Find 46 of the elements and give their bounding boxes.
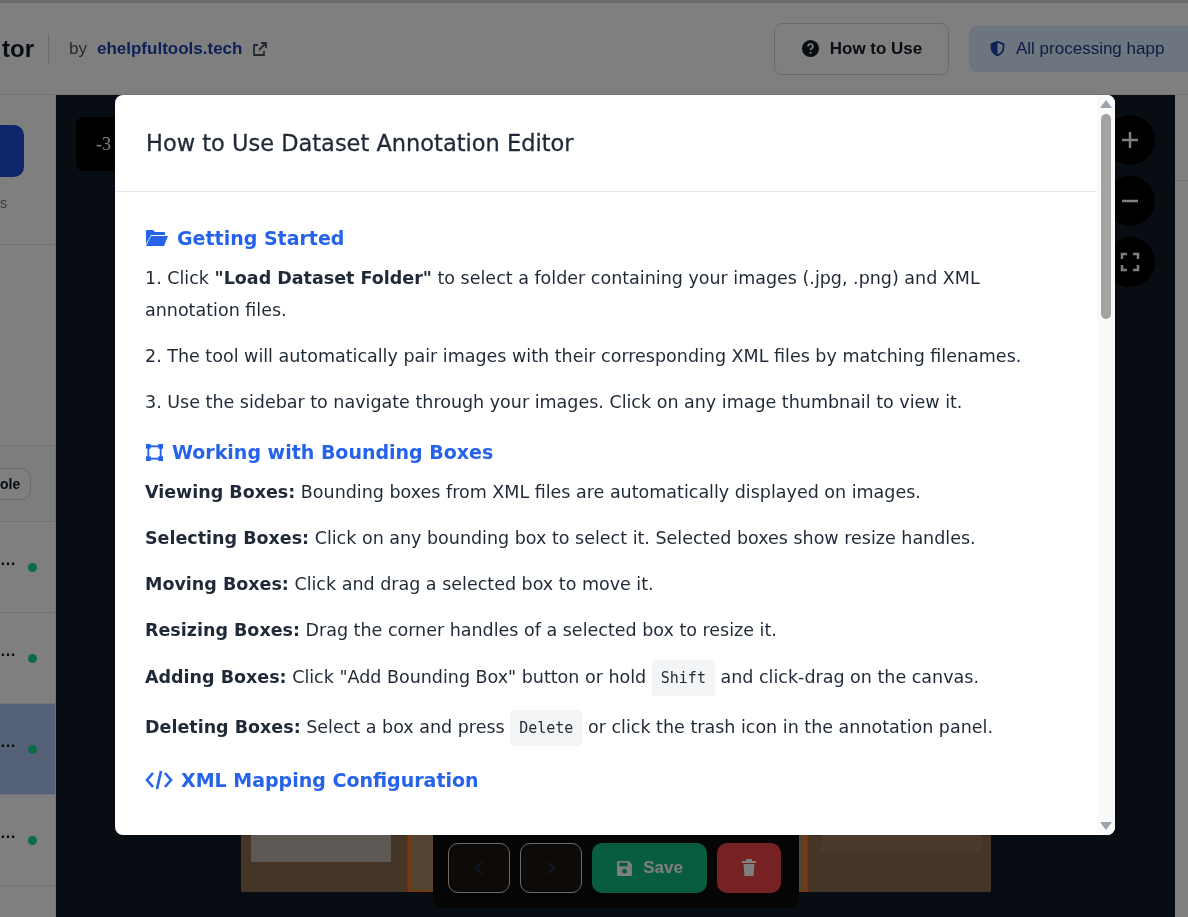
minus-icon [1120, 199, 1140, 203]
section-heading: XML Mapping Configuration [181, 768, 479, 793]
image-list-item[interactable]: … [0, 704, 55, 795]
section-heading: Working with Bounding Boxes [172, 440, 494, 465]
instruction-text: 2. The tool will automatically pair images with their corresponding XML files by matching filenames. [145, 345, 1023, 368]
key-label: Shift [651, 660, 715, 696]
shield-icon [989, 39, 1006, 58]
instruction-text: Adding Boxes: Click "Add Bounding Box" button or hold Shift and click-drag on the canvas. [145, 660, 1057, 696]
app-title: tor [2, 34, 34, 63]
scroll-up-icon [1100, 100, 1112, 108]
plus-icon [1120, 130, 1140, 150]
question-icon [800, 39, 820, 58]
instruction-text: Selecting Boxes: Click on any bounding box to select it. Selected boxes show resize handles. [145, 527, 977, 550]
instruction-text: Resizing Boxes: Drag the corner handles of a selected box to resize it. [145, 619, 778, 642]
scrollbar[interactable] [1097, 95, 1115, 835]
privacy-badge: All processing happ [969, 25, 1188, 72]
key-label: Delete [510, 710, 583, 746]
instruction-text: 3. Use the sidebar to navigate through your images. Click on any image thumbnail to view it. [145, 391, 964, 414]
scroll-down-icon [1100, 822, 1112, 830]
next-button[interactable] [520, 843, 582, 893]
hint-text: s [0, 195, 7, 211]
site-link[interactable]: ehelpfultools.tech [96, 38, 243, 59]
delete-button[interactable] [717, 843, 781, 893]
chevron-left-icon [474, 860, 484, 876]
byline: by [69, 38, 87, 59]
file-name: … [0, 824, 16, 842]
instruction-text: 1. Click "Load Dataset Folder" to select a folder containing your images (.jpg, .png) and XML annotation files. [145, 267, 981, 322]
code-icon [145, 770, 173, 790]
file-name: … [0, 733, 16, 751]
filter-chip[interactable]: ole [0, 467, 32, 500]
instruction-text: Moving Boxes: Click and drag a selected box to move it. [145, 573, 655, 596]
instruction-text: Viewing Boxes: Bounding boxes from XML files are automatically displayed on images. [145, 481, 922, 504]
bounding-box-icon [145, 442, 164, 462]
scrollbar-thumb[interactable] [1101, 114, 1111, 319]
external-link-icon [252, 40, 269, 57]
folder-icon [145, 229, 169, 247]
previous-button[interactable] [448, 843, 510, 893]
expand-icon [1120, 252, 1140, 272]
file-name: … [0, 642, 16, 660]
chevron-right-icon [546, 860, 556, 876]
file-name: … [0, 551, 16, 569]
trash-icon [741, 859, 757, 877]
section-heading: Getting Started [177, 226, 345, 251]
how-to-use-button[interactable]: How to Use [774, 22, 949, 75]
load-button[interactable] [0, 125, 24, 177]
instruction-text: Deleting Boxes: Select a box and press Delete or click the trash icon in the annotation panel. [145, 710, 1057, 746]
